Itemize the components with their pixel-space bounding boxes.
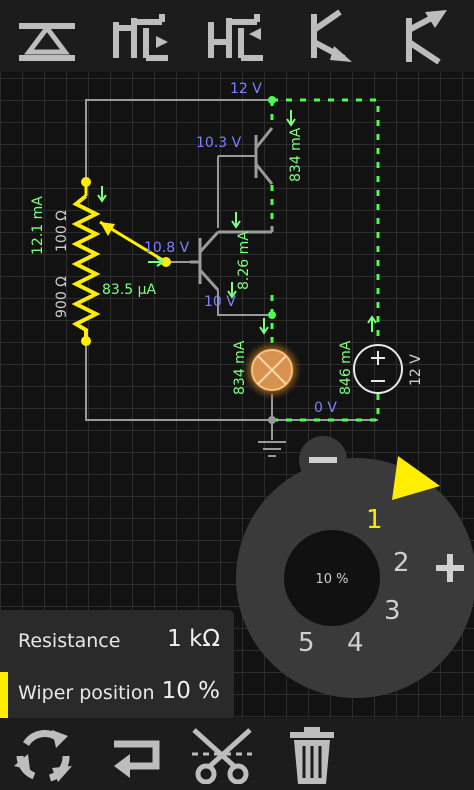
trash-icon — [290, 727, 334, 784]
n-mosfet-icon — [113, 14, 169, 61]
voltage-label: 10 V — [204, 294, 236, 310]
dial-number-2[interactable]: 2 — [393, 548, 410, 578]
current-label: 8.26 mA — [236, 231, 252, 290]
flip-button[interactable] — [104, 726, 168, 784]
p-mosfet-tool[interactable] — [201, 6, 273, 66]
dial-number-5[interactable]: 5 — [298, 628, 315, 658]
transistor-middle[interactable] — [190, 226, 274, 292]
voltage-label: 0 V — [314, 400, 337, 416]
current-label: 834 mA — [288, 127, 304, 182]
flip-arrows-icon — [114, 740, 160, 778]
rotate-button[interactable] — [12, 726, 76, 784]
pnp-transistor-icon — [405, 10, 447, 64]
current-label: 83.5 µA — [102, 282, 157, 298]
voltage-label: 12 V — [230, 81, 262, 97]
properties-panel: Resistance 1 kΩ Wiper position 10 % — [0, 610, 234, 718]
dial-number-1[interactable]: 1 — [366, 505, 383, 535]
current-label: 834 mA — [232, 340, 248, 395]
diode-tool[interactable] — [11, 6, 83, 66]
minus-button[interactable] — [299, 436, 347, 484]
selected-marker — [0, 672, 8, 718]
resistance-label: 100 Ω — [54, 210, 70, 252]
dial-number-4[interactable]: 4 — [347, 628, 364, 658]
npn-transistor-icon — [310, 9, 352, 62]
resistance-value: 1 kΩ — [167, 626, 220, 652]
rotate-arrows-icon — [14, 730, 72, 782]
plus-button[interactable] — [426, 544, 474, 592]
n-mosfet-tool[interactable] — [106, 6, 178, 66]
current-label: 846 mA — [338, 340, 354, 395]
resistance-row[interactable]: Resistance 1 kΩ — [0, 616, 234, 666]
transistor-top[interactable] — [254, 127, 274, 185]
component-toolbar — [0, 0, 474, 72]
cut-button[interactable] — [190, 726, 254, 785]
current-label: 12.1 mA — [30, 196, 46, 255]
wiper-position-row[interactable]: Wiper position 10 % — [0, 668, 234, 718]
voltage-label: 10.3 V — [196, 135, 242, 151]
voltage-label: 10.8 V — [144, 240, 190, 256]
dial-center-label: 10 % — [315, 572, 348, 587]
minus-icon — [309, 457, 337, 463]
diode-icon — [19, 23, 76, 61]
wiper-position-label: Wiper position — [18, 682, 155, 704]
scissors-icon — [192, 728, 252, 785]
voltage-label: 12 V — [408, 354, 424, 386]
npn-transistor-tool[interactable] — [296, 6, 368, 66]
dial-number-3[interactable]: 3 — [384, 596, 401, 626]
voltage-source[interactable] — [353, 344, 403, 394]
lamp[interactable] — [242, 340, 302, 400]
edit-toolbar — [0, 718, 474, 790]
resistance-label: Resistance — [18, 630, 121, 652]
wiper-position-value: 10 % — [161, 678, 220, 704]
pnp-transistor-tool[interactable] — [391, 6, 463, 66]
delete-button[interactable] — [280, 726, 344, 784]
p-mosfet-icon — [207, 14, 263, 61]
resistance-label: 900 Ω — [54, 276, 70, 318]
